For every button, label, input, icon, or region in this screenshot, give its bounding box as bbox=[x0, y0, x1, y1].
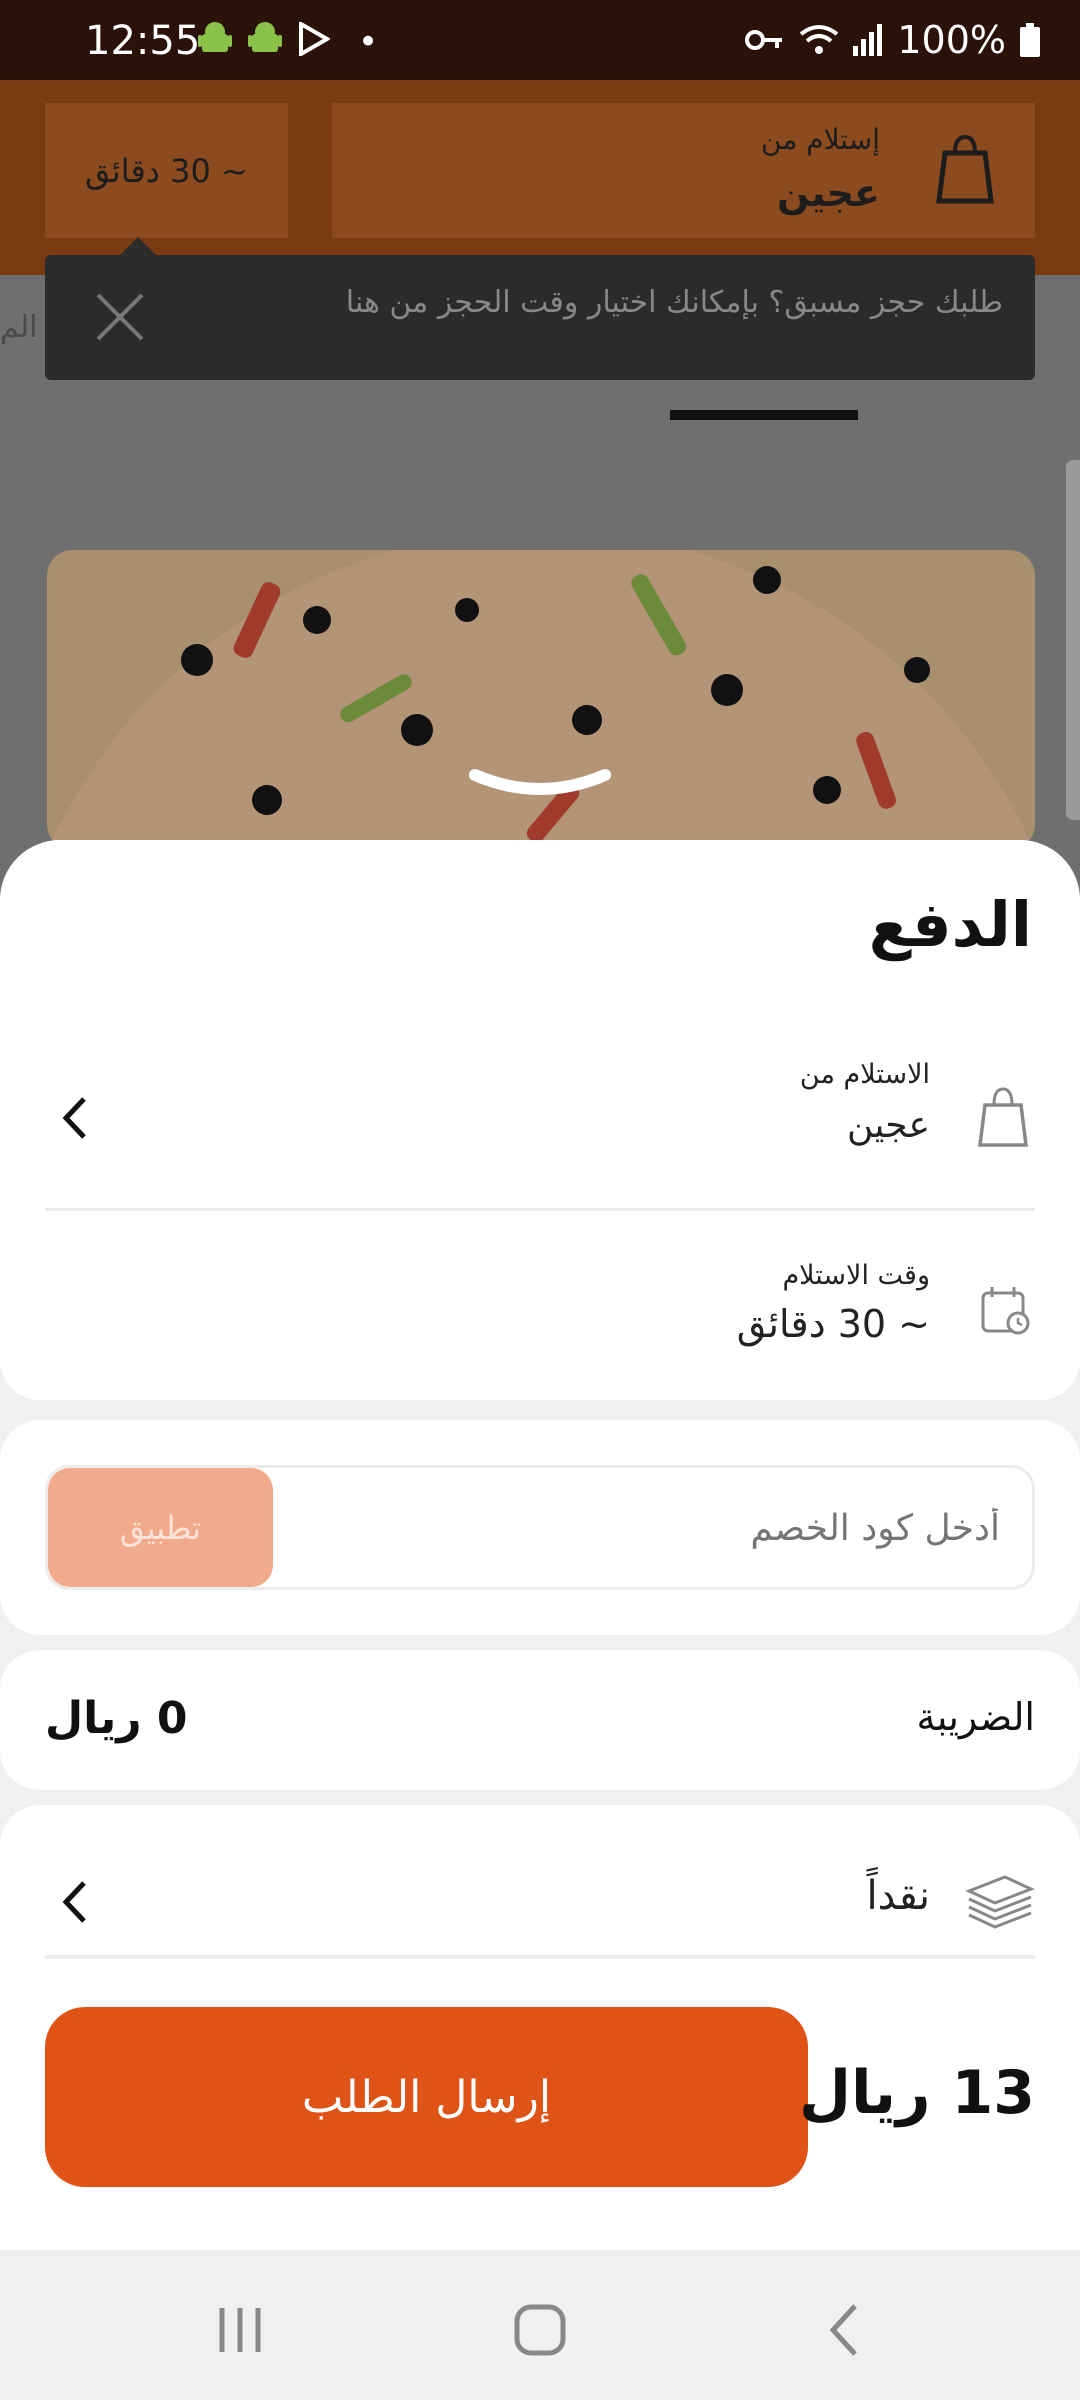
pickup-from-label: الاستلام من bbox=[799, 1059, 930, 1090]
system-nav-bar bbox=[0, 2250, 1080, 2400]
payment-method-label: نقداً bbox=[866, 1873, 930, 1919]
close-icon[interactable] bbox=[90, 287, 150, 347]
pickup-from-value: عجين bbox=[847, 1105, 930, 1146]
sheet-title: الدفع bbox=[868, 888, 1032, 961]
pickup-time-value: ~ 30 دقائق bbox=[736, 1302, 930, 1346]
sheet-collapse-icon[interactable] bbox=[465, 765, 615, 805]
recent-apps-icon[interactable] bbox=[210, 2300, 270, 2360]
status-bar: 12:55 • 100% bbox=[0, 0, 1080, 80]
side-scroll-handle[interactable] bbox=[1066, 460, 1080, 820]
battery-icon bbox=[1020, 23, 1040, 57]
apply-promo-button[interactable]: تطبيق bbox=[48, 1468, 273, 1587]
tooltip-text: طلبك حجز مسبق؟ بإمكانك اختيار وقت الحجز … bbox=[345, 285, 1003, 320]
calendar-clock-icon bbox=[981, 1287, 1030, 1335]
pickup-time-pill-label: ~ 30 دقائق bbox=[85, 151, 248, 190]
home-icon[interactable] bbox=[510, 2300, 570, 2360]
payment-method-row[interactable]: نقداً bbox=[45, 1835, 1035, 1965]
pickup-time-pill[interactable]: ~ 30 دقائق bbox=[45, 103, 288, 238]
shopping-bag-icon bbox=[978, 1087, 1028, 1147]
status-time: 12:55 bbox=[85, 18, 201, 64]
pickup-location-label: إستلام من bbox=[761, 123, 880, 156]
pickup-time-label: وقت الاستلام bbox=[782, 1260, 930, 1291]
promo-code-box: تطبيق bbox=[45, 1465, 1035, 1590]
android-icon bbox=[248, 22, 282, 52]
promo-code-input[interactable] bbox=[298, 1468, 1002, 1589]
checkout-sheet: الدفع الاستلام من عجين وقت الاستلام ~ 30… bbox=[0, 840, 1080, 2400]
divider bbox=[45, 1955, 1035, 1959]
chevron-left-icon bbox=[62, 1097, 86, 1139]
pickup-time-row[interactable]: وقت الاستلام ~ 30 دقائق bbox=[45, 1240, 1035, 1370]
tab-indicator bbox=[670, 410, 858, 420]
android-icon bbox=[198, 22, 232, 52]
background-partial-text: الم bbox=[0, 310, 38, 345]
play-store-icon bbox=[299, 22, 330, 56]
pickup-location-row[interactable]: الاستلام من عجين bbox=[45, 1045, 1035, 1195]
submit-order-button[interactable]: إرسال الطلب bbox=[45, 2007, 808, 2187]
tax-label: الضريبة bbox=[916, 1695, 1035, 1739]
pizza-image bbox=[47, 550, 1035, 850]
preorder-tooltip: طلبك حجز مسبق؟ بإمكانك اختيار وقت الحجز … bbox=[45, 255, 1035, 380]
pickup-location-value: عجين bbox=[776, 171, 880, 215]
tooltip-arrow bbox=[118, 237, 158, 257]
key-icon bbox=[745, 30, 783, 50]
signal-icon bbox=[853, 24, 883, 56]
promo-card: تطبيق bbox=[0, 1420, 1080, 1635]
wifi-icon bbox=[800, 25, 839, 54]
chevron-left-icon bbox=[62, 1881, 86, 1923]
cash-stack-icon bbox=[965, 1875, 1035, 1929]
system-status-icons: 100% bbox=[745, 18, 1040, 62]
battery-percent: 100% bbox=[897, 18, 1006, 62]
product-image bbox=[47, 550, 1035, 850]
notification-icons: • bbox=[198, 22, 378, 62]
status-dot: • bbox=[358, 22, 379, 62]
divider bbox=[45, 1208, 1035, 1211]
shopping-bag-icon bbox=[936, 134, 994, 204]
tax-card: الضريبة 0 ريال bbox=[0, 1650, 1080, 1790]
order-total: 13 ريال bbox=[798, 2058, 1035, 2128]
pickup-location-pill[interactable]: إستلام من عجين bbox=[332, 103, 1035, 238]
tax-value: 0 ريال bbox=[45, 1693, 188, 1744]
pickup-card: الدفع الاستلام من عجين وقت الاستلام ~ 30… bbox=[0, 840, 1080, 1400]
back-icon[interactable] bbox=[815, 2300, 875, 2360]
